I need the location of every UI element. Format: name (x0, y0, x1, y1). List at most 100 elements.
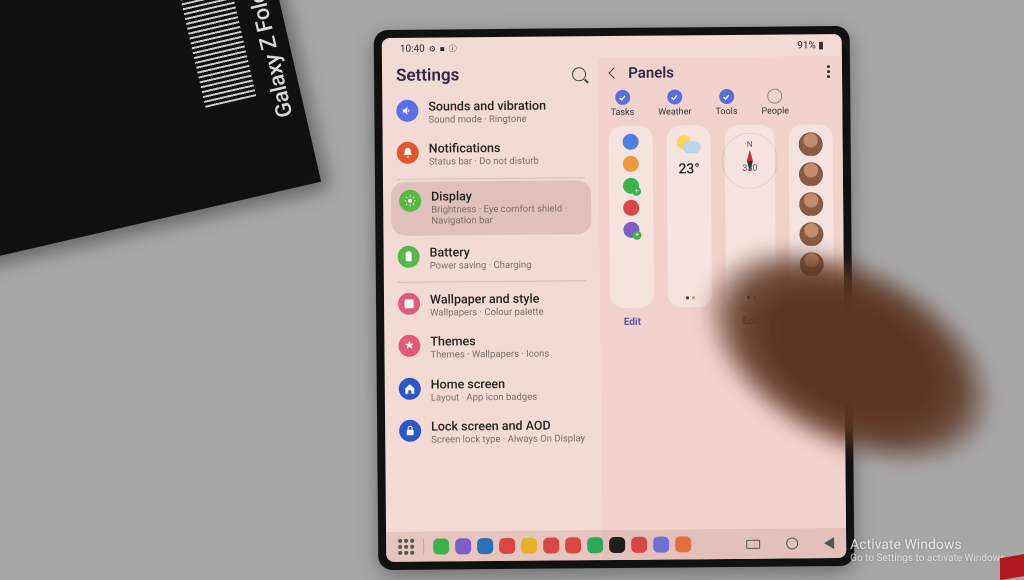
settings-item-subtitle: Themes · Wallpapers · Icons (430, 349, 549, 361)
panel-chip-tasks[interactable]: Tasks (610, 90, 634, 118)
dock-app-icon[interactable] (543, 537, 559, 553)
panel-chip-label: Tools (715, 107, 737, 117)
panel-chip-people[interactable]: People (761, 88, 789, 116)
edit-tools[interactable]: Edit (743, 316, 760, 327)
nav-home-icon[interactable] (786, 537, 798, 549)
settings-item-wallpaper-and-style[interactable]: Wallpaper and styleWallpapers · Colour p… (384, 283, 601, 327)
page-dots (747, 296, 756, 299)
avatar (799, 162, 823, 186)
settings-item-subtitle: Wallpapers · Colour palette (430, 307, 544, 319)
page-dots (686, 296, 695, 299)
dock-app-icon[interactable] (565, 537, 581, 553)
home-icon (399, 377, 421, 399)
nav-buttons (746, 537, 834, 550)
more-icon[interactable] (827, 65, 830, 78)
panel-chip-tools[interactable]: Tools (715, 89, 737, 117)
settings-item-themes[interactable]: ThemesThemes · Wallpapers · Icons (384, 325, 601, 369)
settings-item-title: Wallpaper and style (430, 292, 544, 308)
avatar (800, 252, 824, 276)
volume-icon (396, 100, 418, 122)
corner-flag (1000, 554, 1024, 580)
avatar (799, 192, 823, 216)
settings-list: Sounds and vibrationSound mode · Rington… (382, 90, 601, 454)
lock-icon (399, 420, 421, 442)
check-icon (768, 89, 783, 104)
check-icon (719, 89, 734, 104)
compass-icon: N 330 (722, 133, 778, 189)
settings-item-subtitle: Power saving · Charging (430, 259, 532, 271)
panel-card-weather[interactable]: 23° (667, 125, 713, 307)
app-shortcut-icon (623, 134, 639, 150)
dock-app-icon[interactable] (609, 537, 625, 553)
sun-icon (399, 189, 421, 211)
panel-preview-row: ++ Edit 23° N 330 Edit (609, 124, 834, 308)
themes-icon (398, 335, 420, 357)
dock-app-icon[interactable] (521, 538, 537, 554)
battery-icon (398, 245, 420, 267)
dock-app-icon[interactable] (675, 536, 691, 552)
dock-app-icon[interactable] (477, 538, 493, 554)
edit-tasks[interactable]: Edit (624, 317, 641, 328)
settings-item-title: Home screen (431, 376, 537, 392)
dock (386, 528, 846, 562)
avatar (799, 222, 823, 246)
settings-title: Settings (396, 65, 459, 86)
nav-recent-icon[interactable] (746, 539, 760, 548)
bell-icon (397, 142, 419, 164)
settings-item-home-screen[interactable]: Home screenLayout · App icon badges (385, 368, 602, 412)
settings-item-subtitle: Status bar · Do not disturb (429, 156, 539, 168)
panel-card-tools[interactable]: N 330 Edit (725, 125, 776, 307)
status-left-icons: ⚙ ■ ⓘ (429, 43, 458, 54)
dock-app-icon[interactable] (499, 538, 515, 554)
check-icon (667, 89, 682, 104)
panel-chip-label: People (761, 106, 789, 116)
panel-chip-label: Weather (658, 107, 691, 117)
product-box: Galaxy Z Fold6 (0, 0, 321, 263)
settings-item-notifications[interactable]: NotificationsStatus bar · Do not disturb (383, 133, 600, 177)
badge: + (632, 187, 641, 196)
dock-app-icon[interactable] (433, 538, 449, 554)
dock-app-icon[interactable] (587, 537, 603, 553)
product-name: Galaxy Z Fold6 (242, 0, 298, 120)
panel-chips-row: Tasks Weather Tools People (608, 88, 832, 126)
app-shortcut-icon: + (624, 222, 640, 238)
settings-item-subtitle: Sound mode · Ringtone (428, 114, 546, 126)
apps-grid-icon[interactable] (398, 539, 414, 555)
settings-item-title: Sounds and vibration (428, 99, 546, 115)
settings-item-sounds-and-vibration[interactable]: Sounds and vibrationSound mode · Rington… (382, 90, 599, 134)
search-icon[interactable] (572, 67, 586, 81)
dock-app-icon[interactable] (631, 537, 647, 553)
check-icon (615, 90, 630, 105)
settings-item-title: Display (431, 188, 583, 204)
wallpaper-icon (398, 293, 420, 315)
settings-item-title: Themes (430, 334, 549, 350)
divider (397, 177, 585, 180)
back-icon[interactable] (609, 67, 620, 78)
app-shortcut-icon: + (623, 178, 639, 194)
settings-item-battery[interactable]: BatteryPower saving · Charging (383, 236, 600, 280)
panel-chip-label: Tasks (611, 108, 635, 118)
status-time: 10:40 (400, 43, 425, 54)
settings-item-title: Lock screen and AOD (431, 418, 585, 434)
settings-item-display[interactable]: DisplayBrightness · Eye comfort shield ·… (391, 180, 592, 236)
dock-app-icon[interactable] (455, 538, 471, 554)
panels-title: Panels (628, 63, 674, 81)
settings-item-subtitle: Screen lock type · Always On Display (431, 433, 585, 446)
settings-pane: Settings Sounds and vibrationSound mode … (382, 58, 603, 562)
dock-app-icon[interactable] (653, 537, 669, 553)
weather-icon (675, 133, 703, 155)
avatar (799, 132, 823, 156)
weather-temp: 23° (678, 161, 699, 177)
tablet-device: 10:40 ⚙ ■ ⓘ 91% ▮ Settings Sounds and vi… (374, 26, 855, 570)
settings-item-lock-screen-and-aod[interactable]: Lock screen and AODScreen lock type · Al… (385, 410, 602, 454)
nav-back-icon[interactable] (824, 537, 834, 549)
windows-watermark: Activate Windows Go to Settings to activ… (850, 537, 1008, 564)
device-screen: 10:40 ⚙ ■ ⓘ 91% ▮ Settings Sounds and vi… (382, 34, 847, 562)
panel-chip-weather[interactable]: Weather (658, 89, 691, 117)
panel-card-people[interactable] (788, 124, 834, 306)
settings-item-subtitle: Layout · App icon badges (431, 391, 537, 403)
panels-pane: Panels Tasks Weather Tools People + + Edit 2… (598, 56, 846, 560)
status-right-icons: 91% ▮ (797, 40, 824, 51)
app-shortcut-icon (623, 156, 639, 172)
panel-card-tasks[interactable]: ++ Edit (609, 126, 655, 308)
